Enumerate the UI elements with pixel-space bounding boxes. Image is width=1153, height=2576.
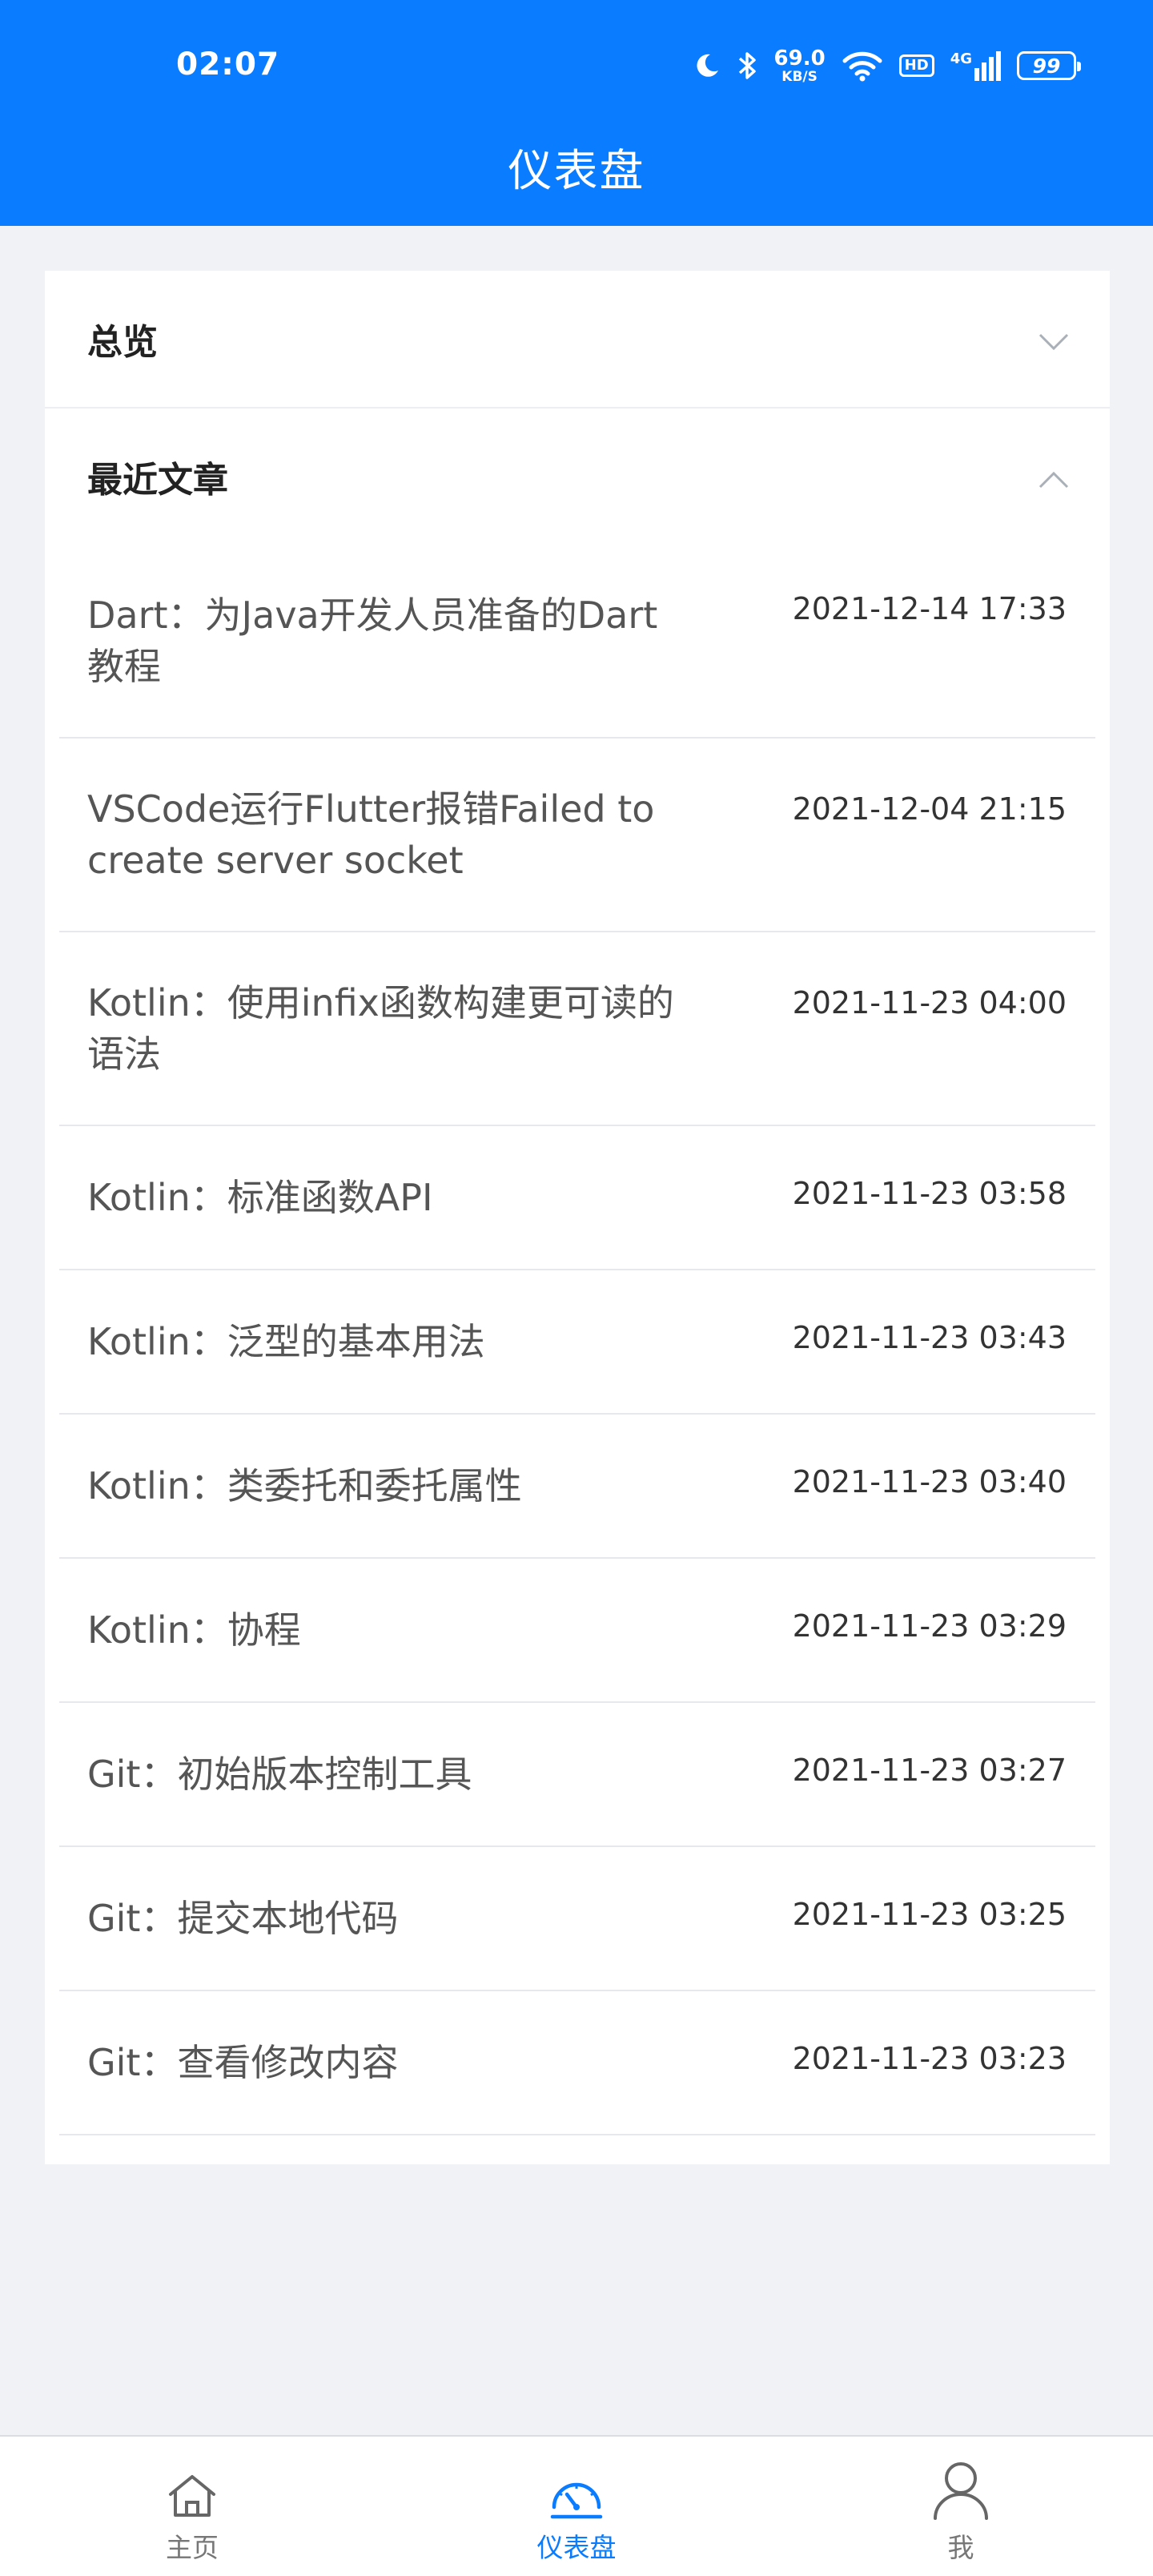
chevron-up-icon — [1038, 462, 1070, 503]
article-date: 2021-11-23 04:00 — [792, 985, 1067, 1020]
battery-indicator: 99 — [1017, 51, 1081, 80]
article-title: Kotlin：类委托和委托属性 — [87, 1464, 522, 1507]
wifi-icon — [842, 50, 883, 82]
user-icon — [932, 2459, 990, 2520]
article-date: 2021-12-14 17:33 — [792, 591, 1067, 626]
article-date: 2021-11-23 03:43 — [792, 1320, 1067, 1355]
battery-level: 99 — [1032, 54, 1061, 78]
chevron-down-icon — [1038, 324, 1070, 365]
article-title: Dart：为Java开发人员准备的Dart教程 — [87, 594, 658, 688]
section-recent-label: 最近文章 — [87, 460, 228, 501]
article-item[interactable]: Git：查看修改内容 2021-11-23 03:23 — [59, 1991, 1095, 2135]
moon-icon — [693, 51, 721, 80]
network-speed-value: 69.0 — [773, 46, 826, 70]
section-overview-label: 总览 — [87, 322, 158, 363]
app-root: 02:07 69.0 KB/S HD 4G 99 仪表盘 总览 最近文章 Dar… — [0, 0, 1153, 2576]
article-item[interactable]: Kotlin：协程 2021-11-23 03:29 — [59, 1559, 1095, 1703]
nav-me[interactable]: 我 — [841, 2437, 1081, 2576]
article-title: Kotlin：协程 — [87, 1608, 301, 1652]
article-date: 2021-11-23 03:29 — [792, 1608, 1067, 1644]
nav-me-label: 我 — [947, 2532, 974, 2563]
signal-type-label: 4G — [950, 50, 972, 67]
article-item[interactable]: Git：提交本地代码 2021-11-23 03:25 — [59, 1847, 1095, 1991]
nav-home[interactable]: 主页 — [72, 2437, 312, 2576]
dashboard-card: 总览 最近文章 Dart：为Java开发人员准备的Dart教程 2021-12-… — [45, 271, 1110, 2164]
article-title: VSCode运行Flutter报错Failed to create server… — [87, 787, 655, 882]
hd-badge: HD — [898, 54, 934, 77]
article-date: 2021-12-04 21:15 — [792, 791, 1067, 827]
article-date: 2021-11-23 03:40 — [792, 1464, 1067, 1499]
bottom-navigation: 主页 仪表盘 我 — [0, 2435, 1153, 2576]
home-icon — [166, 2459, 219, 2520]
article-title: Git：提交本地代码 — [87, 1897, 399, 1940]
nav-home-label: 主页 — [166, 2532, 219, 2563]
article-item[interactable]: Kotlin：标准函数API 2021-11-23 03:58 — [59, 1126, 1095, 1270]
nav-dashboard-label: 仪表盘 — [536, 2532, 617, 2563]
app-header: 02:07 69.0 KB/S HD 4G 99 仪表盘 — [0, 0, 1153, 226]
bluetooth-icon — [737, 50, 758, 82]
article-item[interactable]: Kotlin：泛型的基本用法 2021-11-23 03:43 — [59, 1270, 1095, 1415]
recent-articles-list: Dart：为Java开发人员准备的Dart教程 2021-12-14 17:33… — [45, 545, 1110, 2135]
article-item[interactable]: Kotlin：使用infix函数构建更可读的语法 2021-11-23 04:0… — [59, 932, 1095, 1126]
page-title: 仪表盘 — [508, 145, 645, 196]
article-date: 2021-11-23 03:23 — [792, 2041, 1067, 2076]
section-overview-header[interactable]: 总览 — [45, 271, 1110, 407]
article-title: Git：初始版本控制工具 — [87, 1753, 472, 1796]
article-date: 2021-11-23 03:58 — [792, 1176, 1067, 1211]
network-speed-unit: KB/S — [781, 68, 818, 85]
article-item[interactable]: VSCode运行Flutter报错Failed to create server… — [59, 739, 1095, 932]
network-speed: 69.0 KB/S — [774, 48, 826, 84]
article-item[interactable]: Kotlin：类委托和委托属性 2021-11-23 03:40 — [59, 1415, 1095, 1559]
article-item[interactable]: Dart：为Java开发人员准备的Dart教程 2021-12-14 17:33 — [59, 545, 1095, 739]
status-time: 02:07 — [176, 46, 280, 83]
article-title: Git：查看修改内容 — [87, 2041, 399, 2084]
article-date: 2021-11-23 03:25 — [792, 1897, 1067, 1932]
nav-dashboard[interactable]: 仪表盘 — [456, 2437, 697, 2576]
status-icons: 69.0 KB/S HD 4G 99 — [693, 42, 1081, 90]
section-recent-header[interactable]: 最近文章 — [45, 409, 1110, 545]
cell-signal-icon: 4G — [950, 50, 1001, 81]
article-item[interactable]: Git：初始版本控制工具 2021-11-23 03:27 — [59, 1703, 1095, 1847]
dashboard-gauge-icon — [548, 2459, 605, 2520]
article-title: Kotlin：泛型的基本用法 — [87, 1320, 485, 1363]
article-title: Kotlin：标准函数API — [87, 1176, 433, 1219]
article-title: Kotlin：使用infix函数构建更可读的语法 — [87, 981, 674, 1076]
article-date: 2021-11-23 03:27 — [792, 1753, 1067, 1788]
